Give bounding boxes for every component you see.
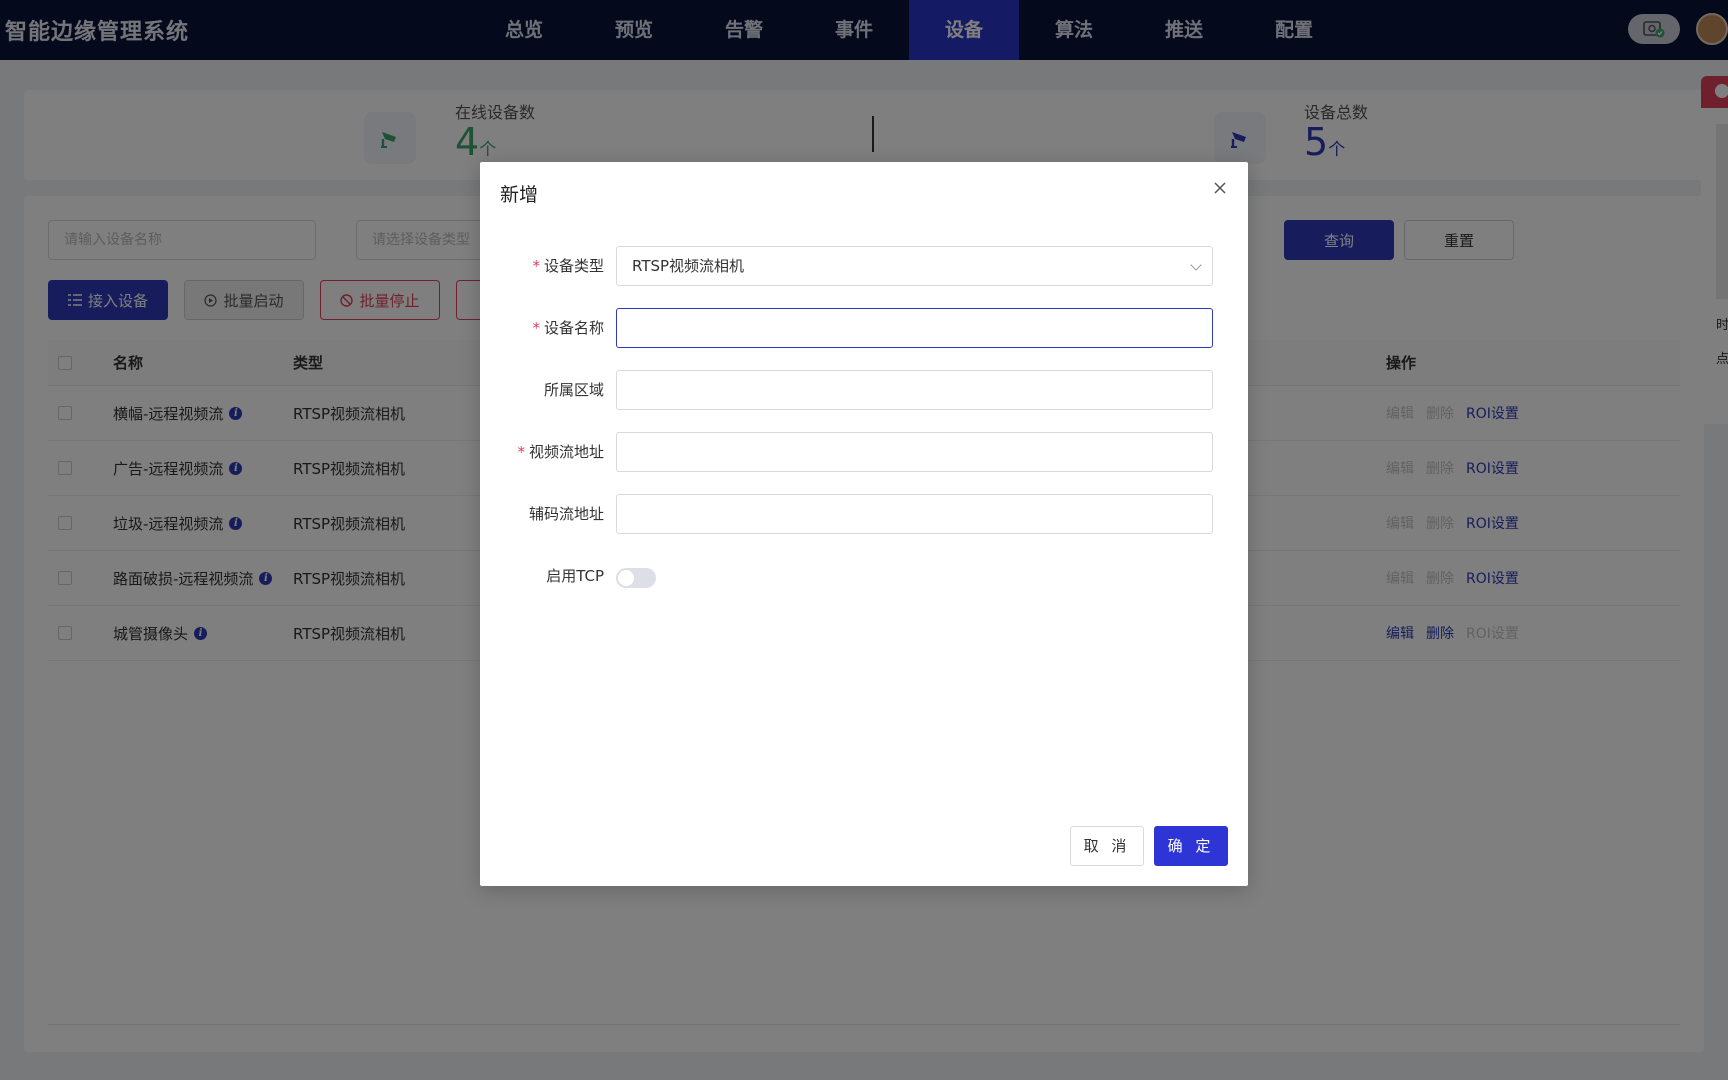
close-icon[interactable] [1210,178,1230,198]
form-row-tcp: 启用TCP [480,556,1248,596]
dialog-title: 新增 [500,184,539,206]
sub-stream-url-label: 辅码流地址 [528,505,604,523]
tcp-toggle[interactable] [616,568,656,588]
form-row-area: 所属区域 [480,370,1248,410]
add-device-dialog: 新增 * 设备类型 RTSP视频流相机 * 设备名称 所属区域 * 视频流地址 辅码流… [480,162,1248,886]
device-name-input[interactable] [616,308,1213,348]
area-label: 所属区域 [543,381,604,399]
area-input[interactable] [616,370,1213,410]
toggle-knob [618,570,634,586]
chevron-down-icon [1190,259,1202,271]
device-type-select-field[interactable]: RTSP视频流相机 [616,246,1213,286]
form-row-device-name: * 设备名称 [480,308,1248,348]
device-name-label: * 设备名称 [532,319,604,337]
form-row-device-type: * 设备类型 RTSP视频流相机 [480,246,1248,286]
confirm-button[interactable]: 确 定 [1154,826,1228,866]
form-row-sub-stream-url: 辅码流地址 [480,494,1248,534]
stream-url-label: * 视频流地址 [517,443,604,461]
stream-url-input[interactable] [616,432,1213,472]
form-row-stream-url: * 视频流地址 [480,432,1248,472]
tcp-label: 启用TCP [546,567,604,585]
cancel-button[interactable]: 取 消 [1070,826,1144,866]
sub-stream-url-input[interactable] [616,494,1213,534]
device-type-label: * 设备类型 [532,257,604,275]
